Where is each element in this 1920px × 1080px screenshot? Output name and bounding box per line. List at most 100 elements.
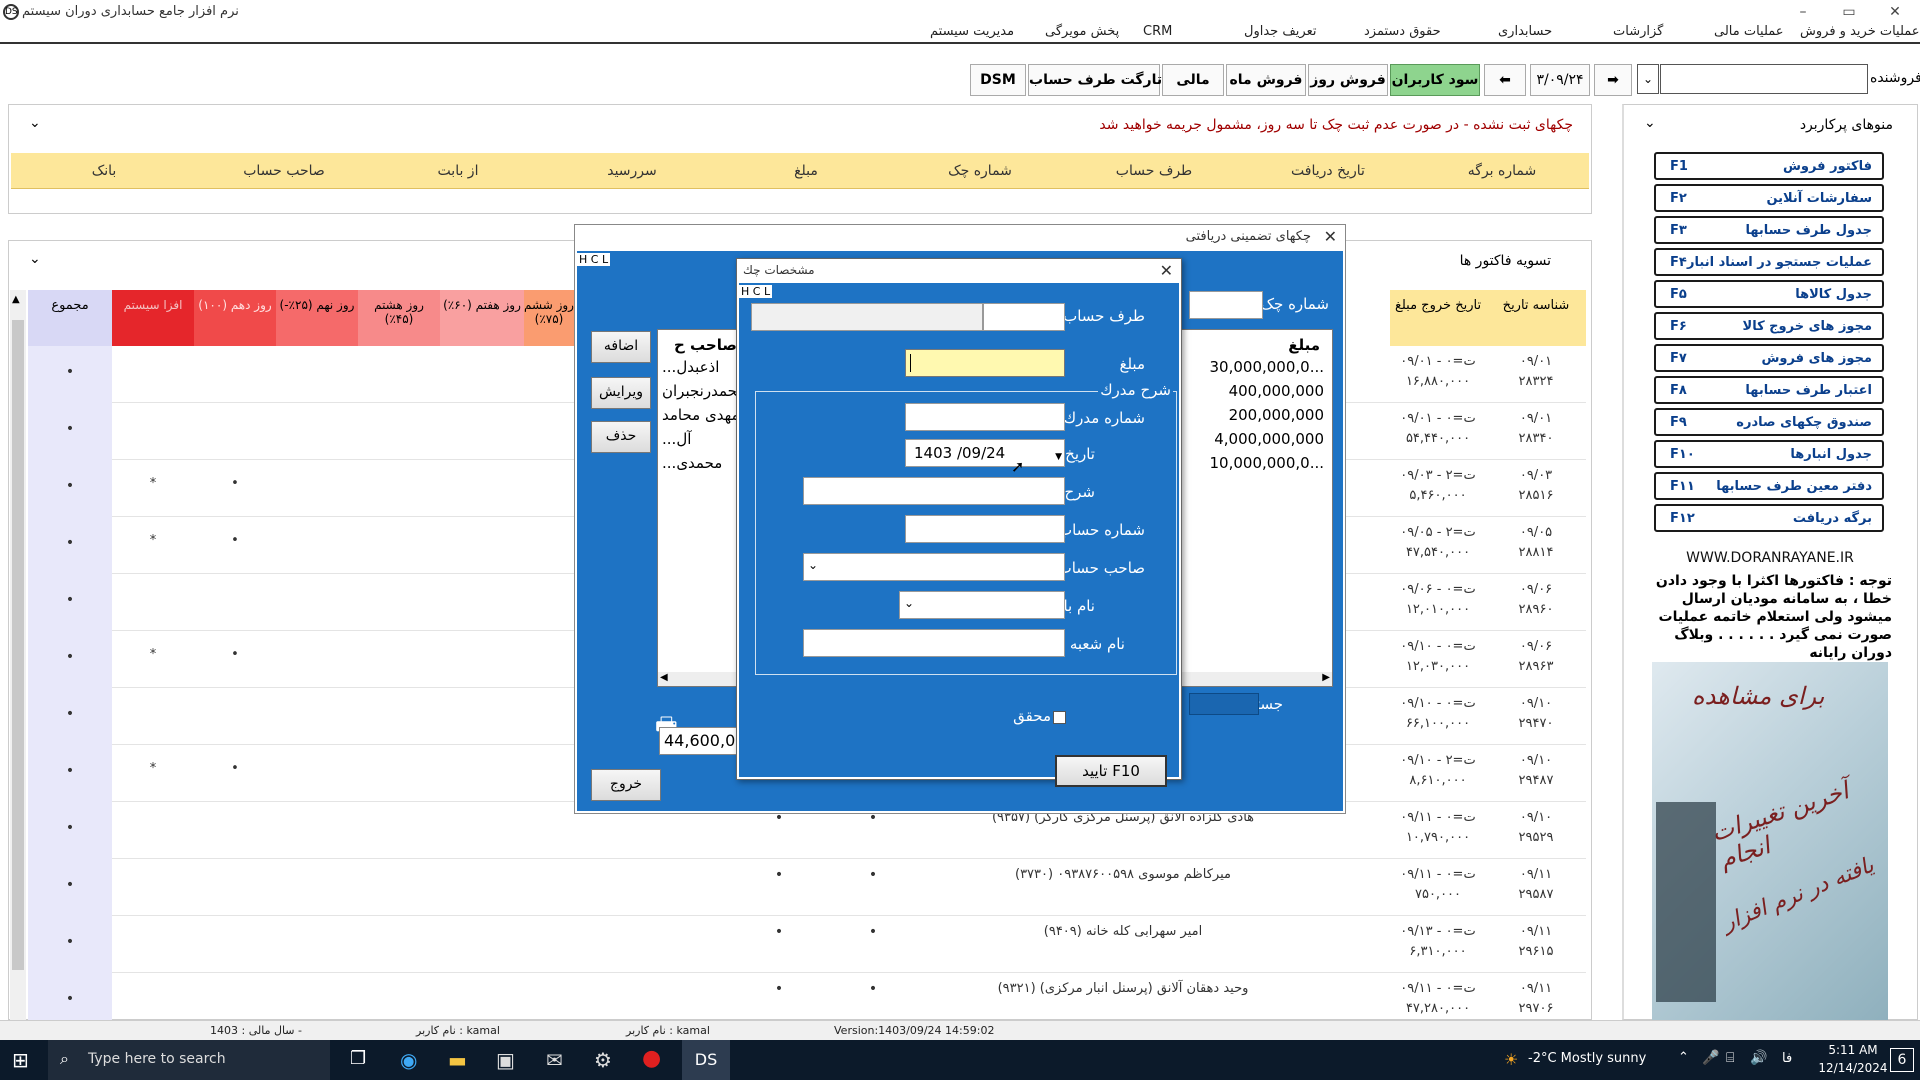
clock-time[interactable]: 5:11 AM bbox=[1818, 1043, 1888, 1057]
cheque-spec-close-icon[interactable]: ✕ bbox=[1160, 261, 1173, 280]
tray-chevron-icon[interactable]: ⌃ bbox=[1678, 1050, 1689, 1065]
favorite-item[interactable]: صندوق چکهای صادره F۹ bbox=[1654, 408, 1884, 436]
mic-icon[interactable]: 🎤 bbox=[1702, 1050, 1719, 1066]
date-input[interactable]: 1403 /09/24 ▼ bbox=[905, 439, 1065, 467]
favorite-item[interactable]: مجوز های فروش F۷ bbox=[1654, 344, 1884, 372]
day-sales-button[interactable]: فروش روز bbox=[1308, 64, 1388, 96]
desc-input[interactable] bbox=[803, 477, 1065, 505]
menu-tables[interactable]: تعریف جداول bbox=[1244, 24, 1316, 39]
month-sales-button[interactable]: فروش ماه bbox=[1226, 64, 1306, 96]
favorite-item[interactable]: برگه دریافت F۱۲ bbox=[1654, 504, 1884, 532]
cheque-owner[interactable]: محمدرنجبران bbox=[662, 382, 745, 400]
finance-button[interactable]: مالی bbox=[1162, 64, 1224, 96]
next-day-arrow-icon[interactable]: ➡ bbox=[1594, 64, 1632, 96]
settings-gear-icon[interactable]: ⚙ bbox=[594, 1048, 612, 1072]
bank-chevron-icon[interactable]: ⌄ bbox=[904, 596, 914, 610]
realized-checkbox[interactable] bbox=[1053, 711, 1066, 724]
seller-input[interactable] bbox=[1660, 64, 1868, 94]
row-amount: ۱۲,۰۳۰,۰۰۰ bbox=[1405, 659, 1471, 674]
search-input[interactable] bbox=[1189, 693, 1259, 715]
amount-input[interactable] bbox=[905, 349, 1065, 377]
menu-payroll[interactable]: حقوق دستمزد bbox=[1364, 24, 1441, 39]
favorite-item[interactable]: اعتبار طرف حسابها F۸ bbox=[1654, 376, 1884, 404]
favorite-item[interactable]: مجوز های خروج کالا F۶ bbox=[1654, 312, 1884, 340]
cheque-owner[interactable]: ...آل bbox=[662, 430, 691, 448]
confirm-button[interactable]: تایید F10 bbox=[1055, 755, 1167, 787]
acc-owner-chevron-icon[interactable]: ⌄ bbox=[808, 558, 818, 572]
menu-finance[interactable]: عملیات مالی bbox=[1714, 24, 1784, 39]
scroll-right-icon[interactable]: ▶ bbox=[1322, 672, 1330, 683]
cheque-owner[interactable]: ...محمدی bbox=[662, 454, 722, 472]
menu-accounting[interactable]: حسابداری bbox=[1498, 24, 1552, 39]
windows-start-icon[interactable]: ⊞ bbox=[12, 1048, 36, 1072]
scroll-up-icon[interactable]: ▲ bbox=[12, 294, 20, 305]
notification-icon[interactable]: 6 bbox=[1890, 1048, 1914, 1072]
vertical-scrollbar[interactable]: ▲ bbox=[10, 290, 26, 1020]
edit-button[interactable]: ویرایش bbox=[591, 377, 651, 409]
app-taskbar-icon[interactable]: DS bbox=[682, 1040, 730, 1080]
delete-button[interactable]: حذف bbox=[591, 421, 651, 453]
weather-text[interactable]: -2°C Mostly sunny bbox=[1528, 1051, 1646, 1066]
scroll-left-icon[interactable]: ◀ bbox=[660, 672, 668, 683]
user-profit-button[interactable]: سود کاربران bbox=[1390, 64, 1480, 96]
favorite-item[interactable]: جدول طرف حسابها F۳ bbox=[1654, 216, 1884, 244]
favorite-item[interactable]: فاکتور فروش F1 bbox=[1654, 152, 1884, 180]
favorite-item[interactable]: سفارشات آنلاین F۲ bbox=[1654, 184, 1884, 212]
file-explorer-icon[interactable]: ▬ bbox=[448, 1048, 467, 1072]
website-link[interactable]: WWW.DORANRAYANE.IR bbox=[1650, 550, 1890, 566]
network-icon[interactable]: ⌸ bbox=[1726, 1050, 1734, 1066]
dsm-button[interactable]: DSM bbox=[970, 64, 1026, 96]
cheque-amount[interactable]: 200,000,000 bbox=[1229, 406, 1324, 424]
mail-icon[interactable]: ✉ bbox=[546, 1048, 563, 1072]
cheque-amount[interactable]: 30,000,000,0... bbox=[1210, 358, 1325, 376]
branch-input[interactable] bbox=[803, 629, 1065, 657]
spec-hcl-toolbar[interactable]: H C L bbox=[739, 285, 773, 298]
cheque-amount[interactable]: 10,000,000,0... bbox=[1210, 454, 1325, 472]
favorite-item[interactable]: عملیات جستجو در اسناد انبار F۴ bbox=[1654, 248, 1884, 276]
close-button[interactable]: ✕ bbox=[1880, 2, 1910, 22]
guarantee-dialog-close-icon[interactable]: ✕ bbox=[1324, 227, 1337, 246]
menu-system[interactable]: مدیریت سیستم bbox=[930, 24, 1014, 39]
minimize-button[interactable]: – bbox=[1788, 2, 1818, 22]
table-row[interactable]: • ۰۹/۱۱ ۲۹۵۸۷ ۰۹/۱۱ - ت=۰ ۷۵۰,۰۰۰ میرکاظم موس… bbox=[28, 859, 1586, 916]
volume-icon[interactable]: 🔊 bbox=[1750, 1050, 1767, 1066]
taskbar-search[interactable]: ⌕ Type here to search bbox=[48, 1040, 330, 1080]
record-icon[interactable]: ● bbox=[642, 1046, 661, 1071]
bank-select[interactable]: ⌄ bbox=[899, 591, 1065, 619]
prev-day-arrow-icon[interactable]: ⬅ bbox=[1484, 64, 1526, 96]
language-indicator[interactable]: فا bbox=[1782, 1051, 1792, 1066]
favorite-item[interactable]: دفتر معین طرف حسابها F۱۱ bbox=[1654, 472, 1884, 500]
cheque-owner[interactable]: ...اذعبدل bbox=[662, 358, 719, 376]
account-target-button[interactable]: تارگت طرف حساب bbox=[1028, 64, 1162, 96]
menu-crm[interactable]: CRM bbox=[1143, 24, 1172, 39]
promo-banner[interactable]: برای مشاهده آخرین تغییرات انجام یافته در… bbox=[1652, 662, 1888, 1020]
scroll-thumb[interactable] bbox=[12, 320, 24, 970]
add-button[interactable]: اضافه bbox=[591, 331, 651, 363]
maximize-button[interactable]: ▭ bbox=[1834, 2, 1864, 22]
cheque-amount[interactable]: 400,000,000 bbox=[1229, 382, 1324, 400]
cheque-amount[interactable]: 4,000,000,000 bbox=[1214, 430, 1324, 448]
acc-owner-select[interactable]: ⌄ bbox=[803, 553, 1065, 581]
cheque-owner[interactable]: مهدی محامد bbox=[662, 406, 740, 424]
account-code-input[interactable] bbox=[983, 303, 1065, 331]
favorite-item[interactable]: جدول انبارها F۱۰ bbox=[1654, 440, 1884, 468]
menu-sales[interactable]: عملیات خرید و فروش bbox=[1800, 24, 1920, 39]
exit-button[interactable]: خروج bbox=[591, 769, 661, 801]
acc-no-input[interactable] bbox=[905, 515, 1065, 543]
favorites-collapse-chevron-icon[interactable]: ⌄ bbox=[1644, 115, 1656, 131]
seller-dropdown-chevron-icon[interactable]: ⌄ bbox=[1637, 64, 1659, 94]
favorite-item[interactable]: جدول کالاها F۵ bbox=[1654, 280, 1884, 308]
clock-date[interactable]: 12/14/2024 bbox=[1818, 1061, 1888, 1075]
settlement-collapse-chevron-icon[interactable]: ⌄ bbox=[29, 251, 41, 267]
menu-distribution[interactable]: پخش مویرگی bbox=[1045, 24, 1119, 39]
date-dropdown-icon[interactable]: ▼ bbox=[1055, 444, 1062, 470]
task-view-icon[interactable]: ❐ bbox=[350, 1048, 366, 1069]
collapse-chevron-icon[interactable]: ⌄ bbox=[29, 115, 41, 131]
menu-reports[interactable]: گزارشات bbox=[1613, 24, 1663, 39]
store-icon[interactable]: ▣ bbox=[496, 1048, 515, 1072]
doc-no-input[interactable] bbox=[905, 403, 1065, 431]
edge-icon[interactable]: ◉ bbox=[400, 1048, 417, 1072]
table-row[interactable]: • ۰۹/۱۱ ۲۹۶۱۵ ۰۹/۱۳ - ت=۰ ۶,۳۱۰,۰۰۰ امیر سهرا… bbox=[28, 916, 1586, 973]
cheque-no-input[interactable] bbox=[1189, 291, 1263, 319]
hcl-toolbar[interactable]: H C L bbox=[577, 253, 611, 266]
